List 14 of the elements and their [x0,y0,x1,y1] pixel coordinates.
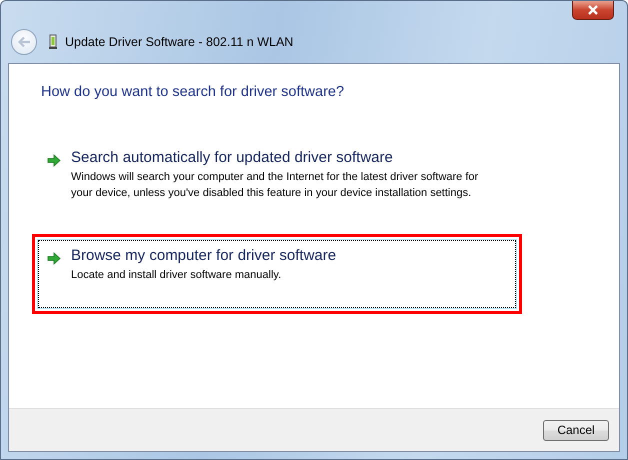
option-title: Browse my computer for driver software [71,247,338,264]
option-title: Search automatically for updated driver software [71,149,394,166]
option-link[interactable]: Browse my computer for driver software Locate and install driver software manually. [38,240,516,308]
option-description: Locate and install driver software manually. [71,268,282,283]
option-description: Windows will search your computer and the Internet for the latest driver software for your device, unless you've disabled this feature in your device installation settings. [71,170,480,201]
back-arrow-icon [17,36,31,48]
window-title: Update Driver Software - 802.11 n WLAN [65,35,294,49]
close-icon [587,5,599,15]
cancel-button[interactable]: Cancel [543,420,609,440]
arrow-icon [47,252,61,265]
page-heading: How do you want to search for driver software? [41,84,346,100]
close-button[interactable] [572,1,614,20]
arrow-icon [47,154,61,167]
network-adapter-icon [49,34,57,50]
